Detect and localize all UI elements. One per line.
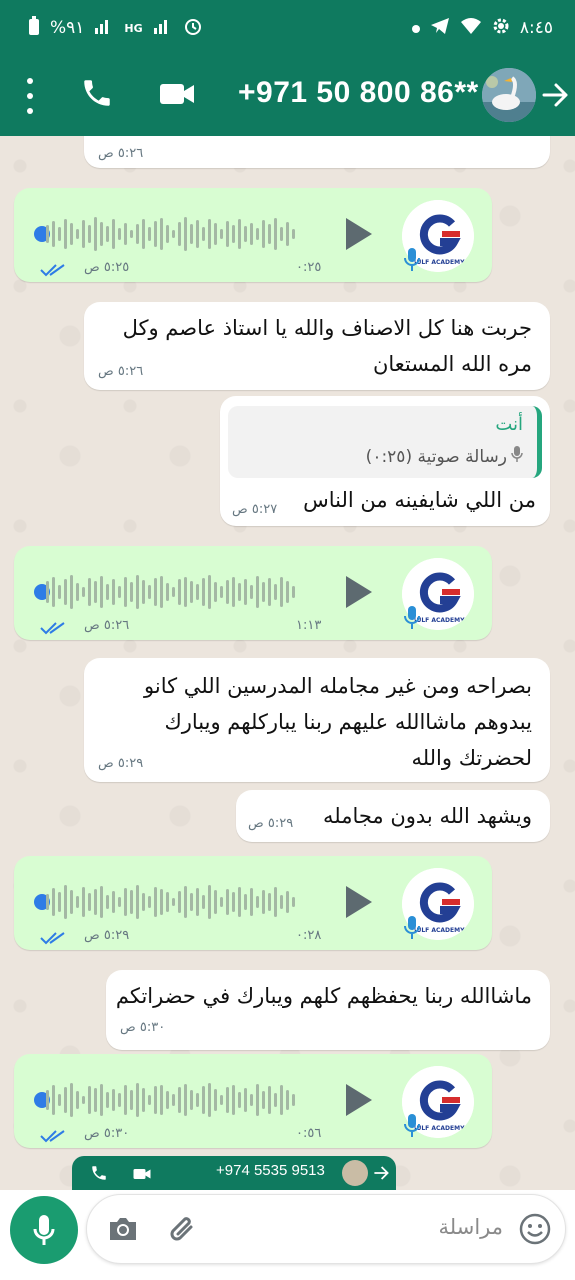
play-icon[interactable]: [344, 574, 374, 610]
reply-message-bubble[interactable]: أنت رسالة صوتية (٠:٢٥) من اللي شايفينه م…: [220, 396, 550, 526]
message-placeholder: مراسلة: [438, 1215, 503, 1239]
voice-message[interactable]: GULF ACADEMY ٠:٥٦ ٥:٣٠ ص: [14, 1054, 492, 1148]
composer-bar: مراسلة: [0, 1190, 575, 1280]
back-arrow-icon[interactable]: [540, 80, 570, 110]
attach-icon[interactable]: [167, 1213, 199, 1251]
read-receipt-icon: [40, 620, 66, 635]
voice-duration: ٠:٥٦: [296, 1126, 322, 1141]
battery-icon: [28, 15, 40, 41]
mic-icon: [404, 1114, 420, 1138]
emoji-icon[interactable]: [519, 1213, 551, 1249]
message-time: ٥:٢٩ ص: [84, 928, 130, 943]
status-bar: %٩١ HG ٨:٤٥: [0, 0, 575, 56]
message-text: جربت هنا كل الاصناف والله يا استاذ عاصم …: [122, 316, 532, 376]
contact-title: +974 5535 9513: [216, 1162, 325, 1179]
read-receipt-icon: [40, 262, 66, 277]
record-voice-button[interactable]: [10, 1196, 78, 1264]
contact-title[interactable]: +971 50 800 86**: [238, 76, 479, 110]
settings-icon: [492, 17, 510, 40]
chat-area[interactable]: ٥:٢٦ ص GULF ACADEMY ٠:٢٥ ٥:٢٥ ص جربت هنا…: [0, 136, 575, 1190]
mic-icon: [404, 916, 420, 940]
message-input[interactable]: مراسلة: [86, 1194, 566, 1264]
signal-icon-2: [153, 18, 173, 39]
message-bubble[interactable]: جربت هنا كل الاصناف والله يا استاذ عاصم …: [84, 302, 550, 390]
mic-icon: [404, 248, 420, 272]
play-icon[interactable]: [344, 884, 374, 920]
message-text: بصراحه ومن غير مجامله المدرسين اللي كانو…: [144, 674, 532, 770]
shared-screenshot-preview[interactable]: +974 5535 9513: [72, 1156, 396, 1190]
chat-header: +971 50 800 86**: [0, 56, 575, 136]
quote-text: رسالة صوتية (٠:٢٥): [366, 446, 523, 467]
video-call-icon[interactable]: [158, 78, 196, 110]
signal-icon: [94, 18, 114, 39]
voice-waveform[interactable]: [46, 882, 295, 922]
read-receipt-icon: [40, 1128, 66, 1143]
camera-icon[interactable]: [107, 1215, 139, 1247]
back-arrow-icon: [372, 1164, 390, 1186]
play-icon[interactable]: [344, 216, 374, 252]
message-bubble[interactable]: بصراحه ومن غير مجامله المدرسين اللي كانو…: [84, 658, 550, 782]
message-text: من اللي شايفينه من الناس: [303, 488, 536, 512]
voice-duration: ١:١٣: [296, 618, 322, 633]
telegram-icon: [430, 17, 450, 40]
read-receipt-icon: [40, 930, 66, 945]
more-options-icon[interactable]: [24, 78, 36, 114]
message-text: ماشاالله ربنا يحفظهم كلهم ويبارك في حضرا…: [115, 984, 532, 1008]
message-time: ٥:٢٩ ص: [98, 756, 144, 771]
message-text: ويشهد الله بدون مجامله: [323, 804, 532, 828]
network-type: HG: [124, 21, 143, 35]
voice-duration: ٠:٢٨: [296, 928, 322, 943]
mic-icon: [404, 606, 420, 630]
message-time: ٥:٣٠ ص: [120, 1020, 166, 1035]
video-call-icon: [132, 1166, 152, 1186]
mic-small-icon: [511, 446, 523, 467]
message-bubble[interactable]: ماشاالله ربنا يحفظهم كلهم ويبارك في حضرا…: [106, 970, 550, 1050]
message-time: ٥:٢٦ ص: [98, 146, 144, 161]
battery-percent: %٩١: [50, 18, 85, 38]
voice-message[interactable]: GULF ACADEMY ٠:٢٨ ٥:٢٩ ص: [14, 856, 492, 950]
voice-message[interactable]: GULF ACADEMY ٠:٢٥ ٥:٢٥ ص: [14, 188, 492, 282]
voice-call-icon: [90, 1164, 108, 1186]
play-icon[interactable]: [344, 1082, 374, 1118]
quoted-message[interactable]: أنت رسالة صوتية (٠:٢٥): [228, 406, 542, 478]
voice-waveform[interactable]: [46, 572, 295, 612]
message-bubble[interactable]: ٥:٢٦ ص: [84, 136, 550, 168]
message-time: ٥:٢٦ ص: [98, 364, 144, 379]
quote-author: أنت: [495, 414, 523, 435]
contact-avatar[interactable]: [482, 68, 536, 122]
voice-waveform[interactable]: [46, 1080, 295, 1120]
voice-waveform[interactable]: [46, 214, 295, 254]
message-bubble[interactable]: ويشهد الله بدون مجامله ٥:٢٩ ص: [236, 790, 550, 842]
message-time: ٥:٢٩ ص: [248, 816, 294, 831]
voice-message[interactable]: GULF ACADEMY ١:١٣ ٥:٢٦ ص: [14, 546, 492, 640]
dot-icon: [411, 18, 420, 38]
wifi-icon: [460, 17, 482, 40]
contact-avatar: [342, 1160, 368, 1186]
message-time: ٥:٢٦ ص: [84, 618, 130, 633]
status-bar-left: %٩١ HG: [28, 15, 203, 41]
message-time: ٥:٢٧ ص: [232, 502, 278, 517]
clock-time: ٨:٤٥: [519, 18, 553, 38]
alarm-icon: [183, 16, 203, 41]
status-bar-right: ٨:٤٥: [411, 17, 553, 40]
voice-duration: ٠:٢٥: [296, 260, 322, 275]
message-time: ٥:٣٠ ص: [84, 1126, 130, 1141]
message-time: ٥:٢٥ ص: [84, 260, 130, 275]
voice-call-icon[interactable]: [80, 76, 114, 110]
